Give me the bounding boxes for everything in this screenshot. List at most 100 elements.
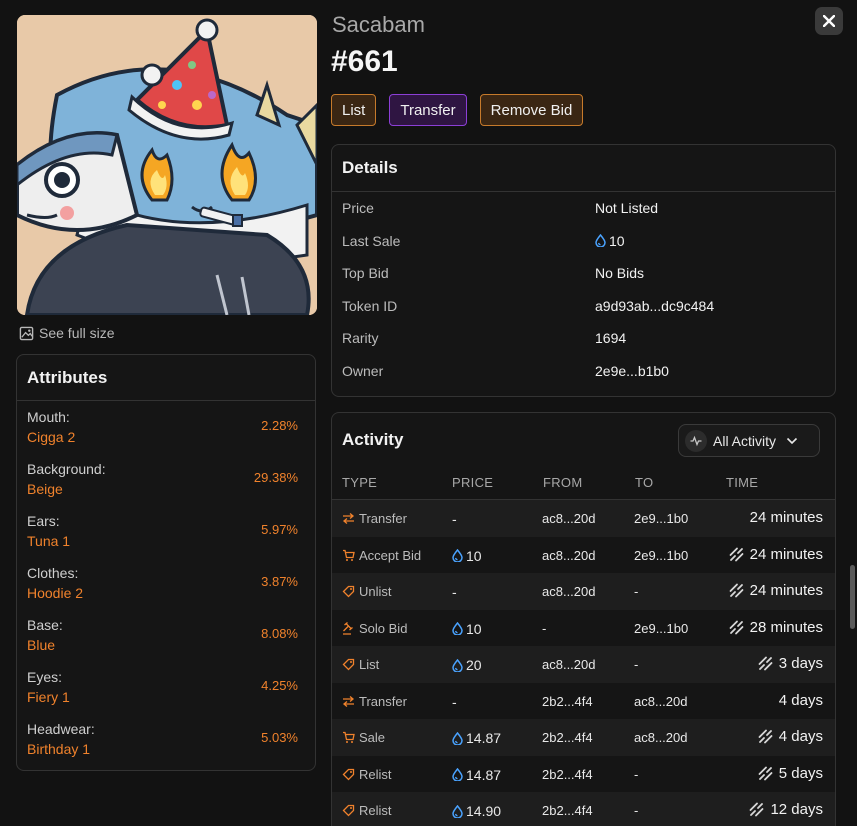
token-drop-icon [452,549,463,562]
collection-name[interactable]: Sacabam [332,12,425,38]
detail-label: Owner [342,362,384,379]
tag-icon [342,585,355,598]
attribute-row: Clothes: Hoodie 2 3.87% [27,562,305,614]
activity-time-value: 24 minutes [749,545,823,563]
transfer-icon [342,512,355,525]
detail-value-text: No Bids [595,265,645,282]
tx-link-icon[interactable] [729,620,744,635]
activity-to[interactable]: - [634,657,638,672]
link-icon [758,729,773,744]
activity-filter-dropdown[interactable]: All Activity [678,424,820,457]
activity-column-headers: TYPE PRICE FROM TO TIME [332,468,835,500]
activity-row: Transfer - ac8...20d 2e9...1b0 24 minutes [332,500,835,537]
activity-type-label: Accept Bid [359,547,422,563]
activity-rows: Transfer - ac8...20d 2e9...1b0 24 minutes Acc… [332,500,835,826]
token-drop-icon [452,731,463,745]
detail-row: Owner 2e9e...b1b0 [332,355,835,388]
activity-to[interactable]: - [634,767,638,782]
col-from: FROM [543,475,583,490]
tx-link-icon[interactable] [729,583,744,598]
activity-type: Relist [342,767,392,782]
detail-label: Last Sale [342,232,401,249]
activity-price: - [452,694,457,710]
activity-time: 3 days [758,655,823,672]
scrollbar[interactable] [850,565,855,629]
token-number: #661 [331,45,398,78]
attribute-rarity: 5.03% [261,730,298,745]
details-panel: Details Price Not Listed Last Sale 10 Top Bi… [331,144,836,397]
transfer-icon [342,695,355,708]
activity-to[interactable]: ac8...20d [634,694,688,709]
activity-type-label: Relist [359,803,392,818]
activity-type-label: Sale [359,730,386,745]
see-full-size-label: See full size [39,325,115,341]
activity-type: Accept Bid [342,548,421,563]
activity-time-value: 4 days [778,728,823,745]
transfer-button[interactable]: Transfer [389,94,467,126]
detail-value[interactable]: 2e9e...b1b0 [595,363,669,379]
activity-from[interactable]: ac8...20d [542,511,596,526]
activity-price-value: 20 [466,657,482,673]
detail-value: 1694 [595,330,626,346]
activity-price: 14.90 [452,803,501,819]
attribute-row: Background: Beige 29.38% [27,458,305,510]
attribute-rarity: 8.08% [261,626,298,641]
activity-price: 10 [452,548,482,564]
activity-time: 24 minutes [729,546,823,563]
list-button[interactable]: List [331,94,377,126]
activity-from[interactable]: 2b2...4f4 [542,694,593,709]
activity-time: 24 minutes [750,509,823,526]
close-button[interactable] [815,7,843,35]
activity-from[interactable]: ac8...20d [542,657,596,672]
activity-type-label: List [359,657,380,672]
activity-type-label: Transfer [359,511,407,526]
token-drop-icon [452,804,463,818]
activity-from[interactable]: 2b2...4f4 [542,803,593,818]
attribute-rarity: 2.28% [261,418,298,433]
detail-row: Price Not Listed [332,192,835,225]
activity-to[interactable]: 2e9...1b0 [634,548,688,563]
nft-image[interactable] [17,15,317,315]
activity-type: Sale [342,730,385,745]
activity-price-value: 10 [466,620,482,637]
tx-link-icon[interactable] [749,802,764,817]
activity-to[interactable]: - [634,584,638,599]
activity-to[interactable]: 2e9...1b0 [634,621,688,636]
link-icon [729,583,744,598]
activity-time: 4 days [779,692,823,709]
activity-from[interactable]: 2b2...4f4 [542,767,593,782]
activity-to[interactable]: ac8...20d [634,730,688,745]
activity-to[interactable]: 2e9...1b0 [634,511,688,526]
tx-link-icon[interactable] [758,766,773,781]
activity-from[interactable]: ac8...20d [542,584,596,599]
activity-type: Solo Bid [342,621,407,636]
detail-value-text: Not Listed [595,200,659,216]
details-title: Details [332,145,835,192]
activity-from[interactable]: 2b2...4f4 [542,730,593,745]
activity-panel: Activity All Activity TYPE PRICE FROM TO… [331,412,836,826]
activity-from[interactable]: - [542,621,546,636]
cart-icon [342,731,355,744]
activity-price-value: - [452,693,457,710]
activity-price: 14.87 [452,730,501,746]
detail-value-text: 1694 [595,330,627,347]
remove-bid-button[interactable]: Remove Bid [479,94,584,126]
activity-type: List [342,657,379,672]
activity-to[interactable]: - [634,803,638,818]
activity-from[interactable]: ac8...20d [542,548,596,563]
activity-price-value: 10 [466,547,482,564]
detail-label: Price [342,200,374,216]
activity-price-value: 14.87 [466,766,502,783]
col-to: TO [635,475,654,490]
tx-link-icon[interactable] [758,656,773,671]
detail-value[interactable]: a9d93ab...dc9c484 [595,298,714,314]
activity-type: Unlist [342,584,392,599]
tx-link-icon[interactable] [729,547,744,562]
activity-type-label: Solo Bid [359,620,408,636]
activity-type: Transfer [342,694,407,709]
see-full-size-link[interactable]: See full size [19,325,114,341]
activity-price: 14.87 [452,767,501,783]
tx-link-icon[interactable] [758,729,773,744]
activity-row: Relist 14.87 2b2...4f4 - 5 days [332,756,835,793]
attribute-rarity: 3.87% [261,574,298,589]
